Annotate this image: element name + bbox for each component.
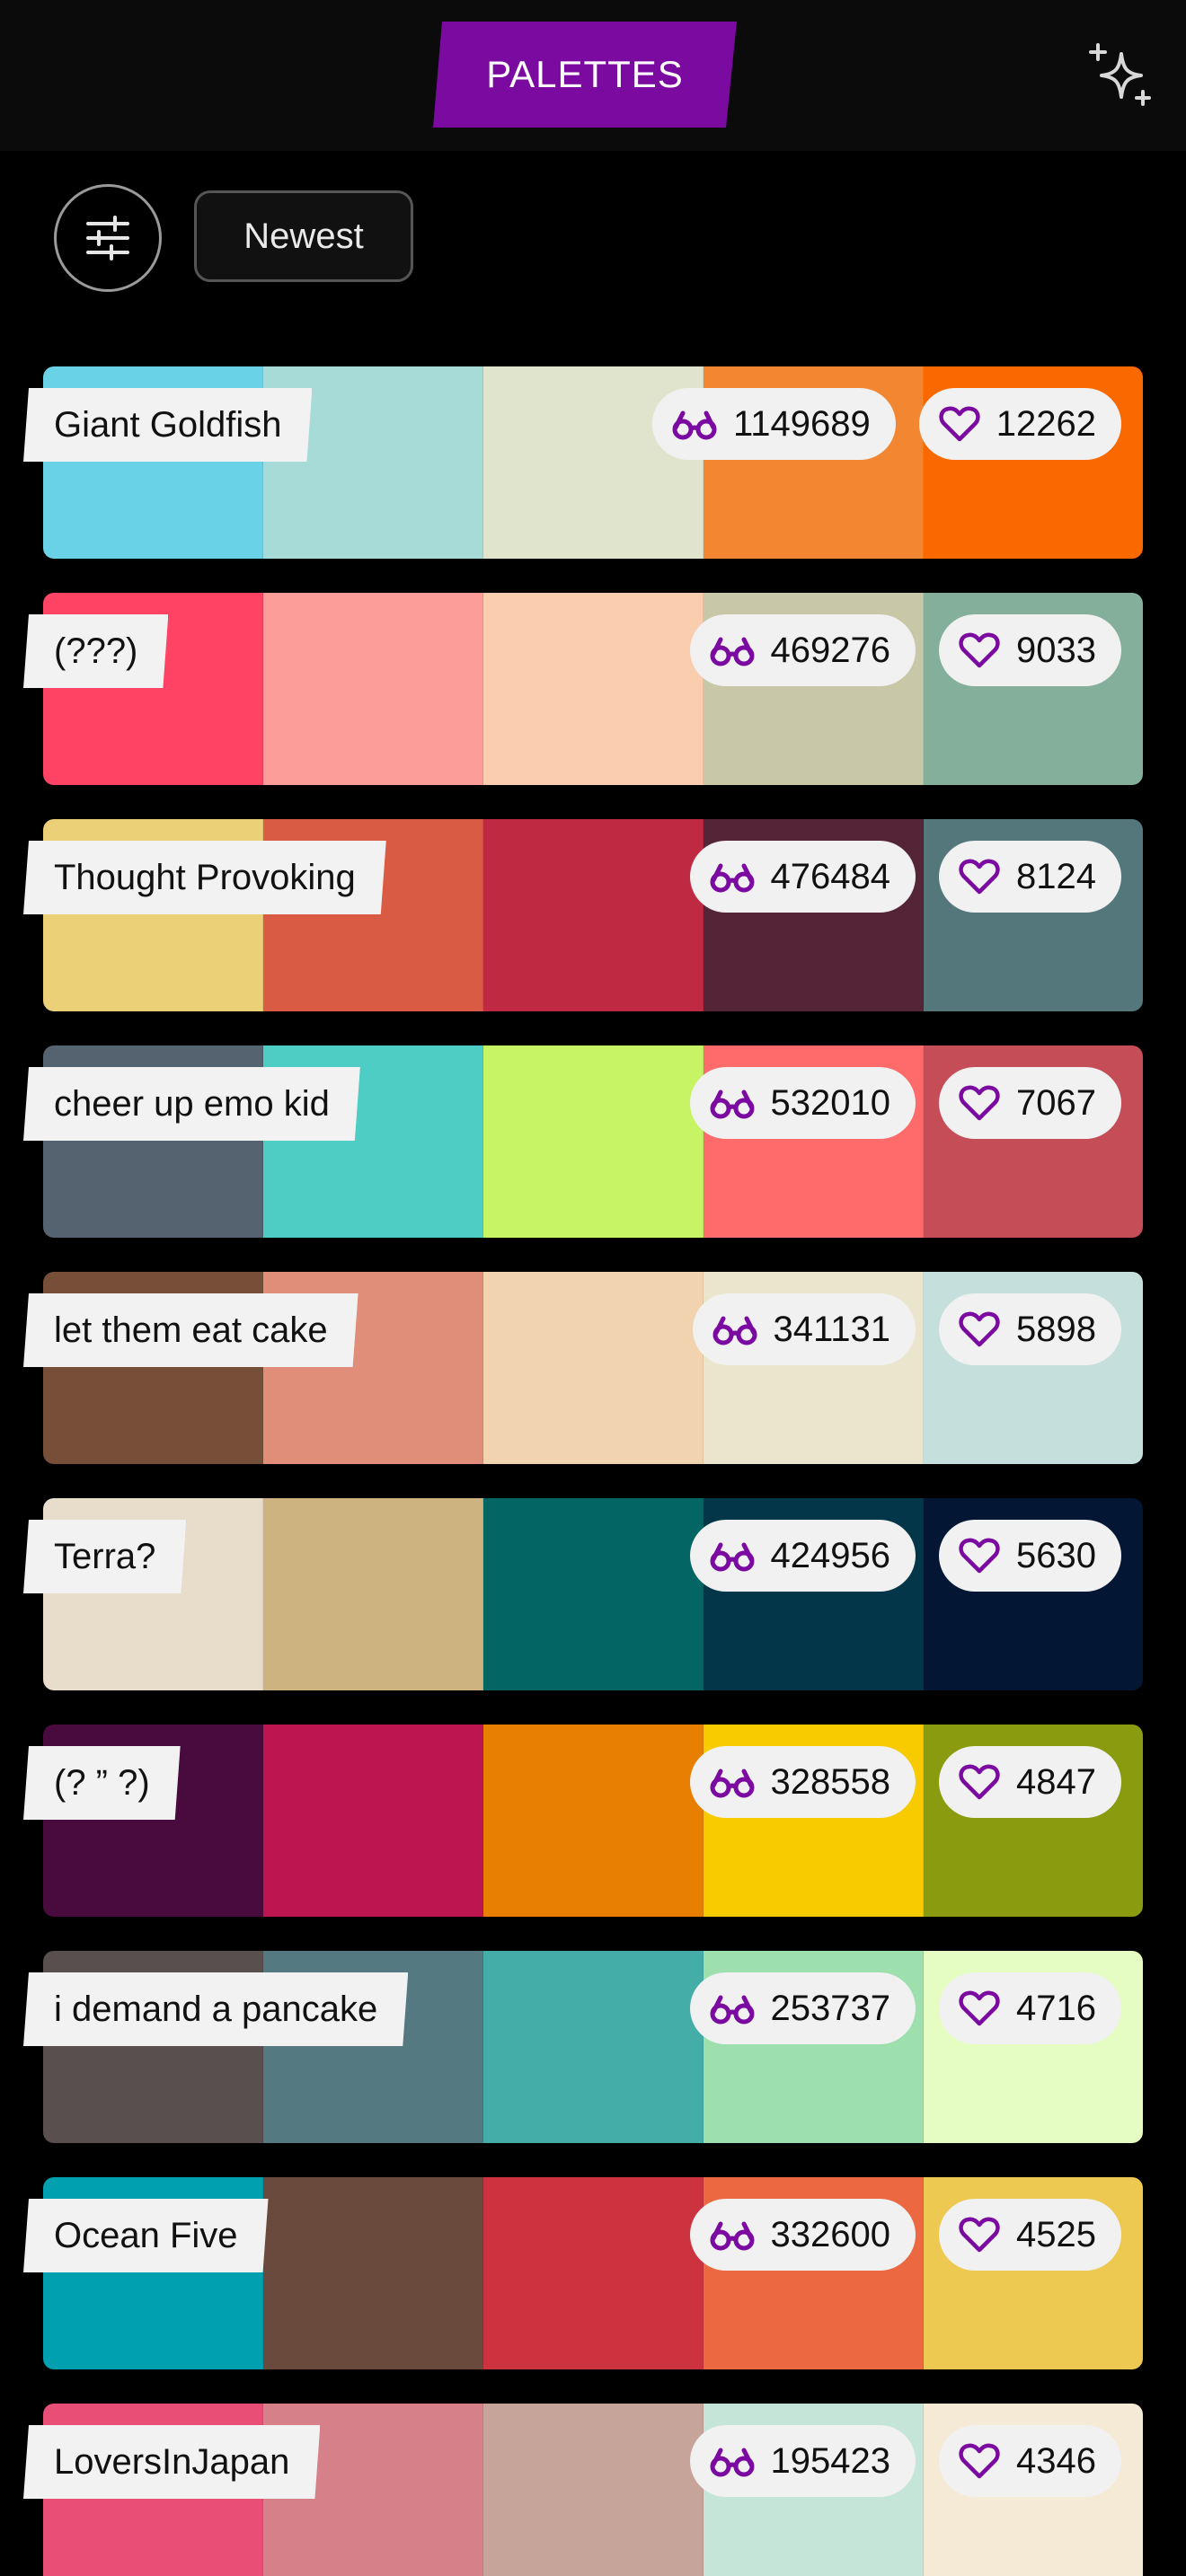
heart-icon	[939, 406, 980, 442]
glasses-icon	[710, 1995, 755, 2025]
color-swatch[interactable]	[483, 2404, 704, 2576]
likes-count: 7067	[1016, 1082, 1096, 1123]
likes-counter[interactable]: 4716	[939, 1972, 1121, 2044]
views-counter: 1149689	[652, 388, 896, 460]
color-swatch[interactable]	[263, 593, 483, 785]
views-count: 1149689	[733, 403, 871, 444]
likes-count: 4346	[1016, 2440, 1096, 2481]
heart-icon	[959, 2217, 1000, 2253]
likes-count: 8124	[1016, 856, 1096, 896]
views-count: 253737	[770, 1988, 891, 2028]
likes-count: 12262	[996, 403, 1096, 444]
sparkle-icon[interactable]	[1085, 41, 1154, 110]
views-counter: 328558	[689, 1746, 916, 1818]
heart-icon	[959, 859, 1000, 895]
likes-counter[interactable]: 5898	[939, 1293, 1121, 1365]
views-counter: 253737	[689, 1972, 916, 2044]
glasses-icon	[710, 863, 755, 893]
glasses-icon	[710, 1090, 755, 1119]
color-swatch[interactable]	[483, 1725, 704, 1917]
views-counter: 341131	[692, 1293, 916, 1365]
color-swatch[interactable]	[263, 1725, 483, 1917]
heart-icon	[959, 1085, 1000, 1121]
color-swatch[interactable]	[483, 593, 704, 785]
views-count: 532010	[770, 1082, 891, 1123]
glasses-icon	[712, 1316, 757, 1345]
heart-icon	[959, 632, 1000, 668]
palette-name[interactable]: (???)	[23, 614, 168, 688]
palette-name[interactable]: let them eat cake	[23, 1293, 358, 1367]
color-swatch[interactable]	[483, 819, 704, 1011]
likes-counter[interactable]: 9033	[939, 614, 1121, 686]
likes-counter[interactable]: 12262	[918, 388, 1121, 460]
views-counter: 476484	[689, 841, 916, 913]
likes-counter[interactable]: 5630	[939, 1520, 1121, 1592]
color-swatch[interactable]	[483, 1498, 704, 1690]
likes-counter[interactable]: 8124	[939, 841, 1121, 913]
palette-name[interactable]: Giant Goldfish	[23, 388, 312, 462]
color-swatch[interactable]	[483, 1045, 704, 1238]
glasses-icon	[672, 410, 717, 440]
likes-count: 5898	[1016, 1309, 1096, 1349]
likes-count: 9033	[1016, 630, 1096, 670]
views-counter: 424956	[689, 1520, 916, 1592]
filter-button[interactable]	[54, 184, 162, 292]
glasses-icon	[710, 1769, 755, 1798]
views-counter: 532010	[689, 1067, 916, 1139]
heart-icon	[959, 2443, 1000, 2479]
views-count: 424956	[770, 1535, 891, 1575]
palette-name[interactable]: Thought Provoking	[23, 841, 386, 914]
palette-name[interactable]: LoversInJapan	[23, 2425, 320, 2499]
views-count: 476484	[770, 856, 891, 896]
views-count: 341131	[773, 1309, 891, 1349]
likes-count: 4525	[1016, 2214, 1096, 2254]
likes-count: 4716	[1016, 1988, 1096, 2028]
views-counter: 195423	[689, 2425, 916, 2497]
heart-icon	[959, 1311, 1000, 1347]
color-swatch[interactable]	[263, 2177, 483, 2369]
palette-name[interactable]: Terra?	[23, 1520, 186, 1593]
color-swatch[interactable]	[263, 1498, 483, 1690]
glasses-icon	[710, 1542, 755, 1572]
views-counter: 332600	[689, 2199, 916, 2271]
palette-name[interactable]: i demand a pancake	[23, 1972, 408, 2046]
sort-newest-button[interactable]: Newest	[194, 190, 413, 282]
palette-name[interactable]: Ocean Five	[23, 2199, 269, 2272]
heart-icon	[959, 1764, 1000, 1800]
views-count: 195423	[770, 2440, 891, 2481]
color-swatch[interactable]	[483, 1951, 704, 2143]
color-swatch[interactable]	[483, 2177, 704, 2369]
likes-counter[interactable]: 4525	[939, 2199, 1121, 2271]
likes-count: 4847	[1016, 1761, 1096, 1802]
views-count: 469276	[770, 630, 891, 670]
likes-counter[interactable]: 4346	[939, 2425, 1121, 2497]
color-swatch[interactable]	[483, 1272, 704, 1464]
top-bar: PALETTES	[0, 0, 1186, 151]
heart-icon	[959, 1990, 1000, 2026]
glasses-icon	[710, 637, 755, 666]
palette-name[interactable]: (? ” ?)	[23, 1746, 181, 1820]
page-title[interactable]: PALETTES	[433, 22, 737, 128]
glasses-icon	[710, 2221, 755, 2251]
sliders-icon	[86, 216, 129, 260]
heart-icon	[959, 1538, 1000, 1574]
likes-count: 5630	[1016, 1535, 1096, 1575]
views-count: 332600	[770, 2214, 891, 2254]
likes-counter[interactable]: 7067	[939, 1067, 1121, 1139]
likes-counter[interactable]: 4847	[939, 1746, 1121, 1818]
palette-name[interactable]: cheer up emo kid	[23, 1067, 360, 1141]
glasses-icon	[710, 2448, 755, 2477]
views-count: 328558	[770, 1761, 891, 1802]
views-counter: 469276	[689, 614, 916, 686]
